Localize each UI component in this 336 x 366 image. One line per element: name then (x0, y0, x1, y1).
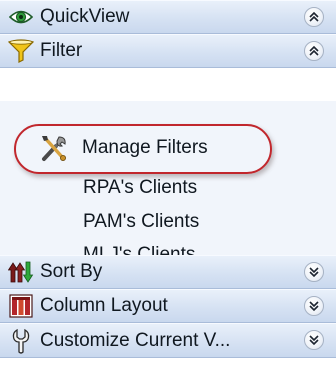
section-label-customize-current-view: Customize Current V... (40, 329, 231, 351)
filter-item-rpa-clients[interactable]: RPA's Clients (0, 170, 336, 206)
expand-chevron-icon[interactable] (304, 262, 324, 282)
expand-chevron-icon[interactable] (304, 296, 324, 316)
section-label-quickview: QuickView (40, 6, 130, 27)
section-label-filter: Filter (40, 40, 83, 61)
tools-icon (38, 133, 70, 163)
section-header-quickview[interactable]: QuickView (0, 0, 336, 34)
section-label-column-layout: Column Layout (40, 295, 168, 316)
section-header-sort-by[interactable]: Sort By (0, 255, 336, 289)
filter-item-label: Manage Filters (82, 137, 208, 158)
expand-chevron-icon[interactable] (304, 330, 324, 350)
filter-item-pam-clients[interactable]: PAM's Clients (0, 204, 336, 240)
collapse-chevron-icon[interactable] (304, 7, 324, 27)
filter-item-manage-filters[interactable]: Manage Filters (0, 130, 336, 166)
navigation-panel: QuickView Filter Manage Filters RPA's Cl… (0, 0, 336, 366)
sort-arrows-icon (8, 259, 34, 285)
eye-icon (8, 4, 34, 30)
columns-icon (8, 293, 34, 319)
wrench-icon (8, 328, 34, 354)
section-header-filter[interactable]: Filter (0, 34, 336, 68)
section-header-column-layout[interactable]: Column Layout (0, 289, 336, 323)
funnel-icon (8, 38, 34, 64)
section-header-customize-current-view[interactable]: Customize Current V... (0, 323, 336, 358)
filter-item-label: PAM's Clients (83, 211, 200, 232)
filter-item-label: RPA's Clients (83, 177, 198, 198)
collapse-chevron-icon[interactable] (304, 41, 324, 61)
section-label-sort-by: Sort By (40, 261, 103, 282)
